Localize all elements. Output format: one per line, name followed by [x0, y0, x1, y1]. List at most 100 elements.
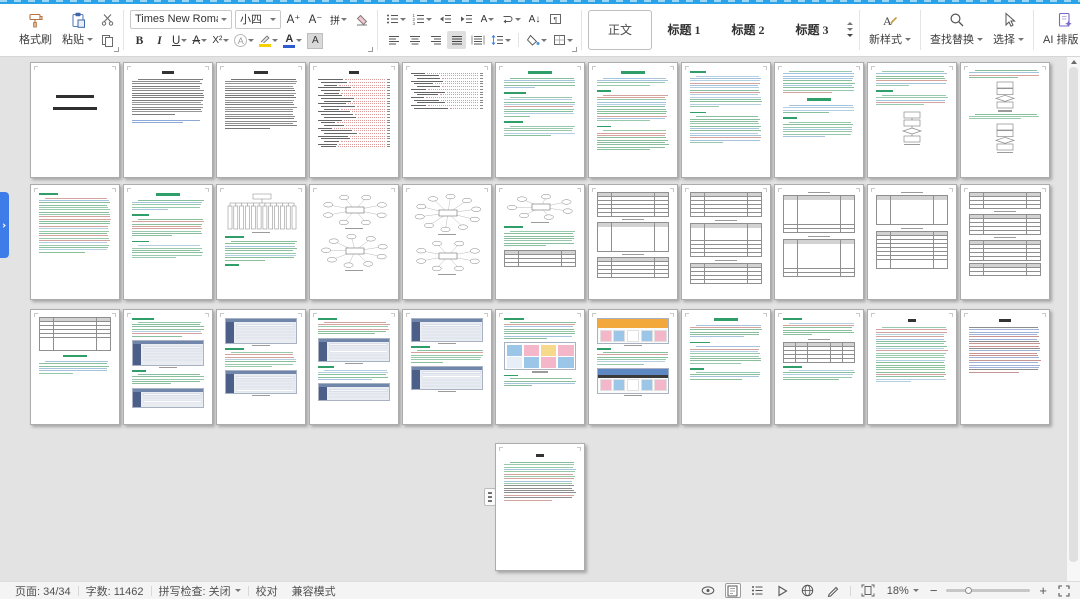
font-dialog-launcher[interactable] [368, 46, 373, 52]
page-thumbnail[interactable] [588, 184, 678, 300]
spellcheck-status[interactable]: 拼写检查: 关闭 [152, 583, 248, 599]
paragraph-dialog-launcher[interactable] [572, 46, 577, 52]
styles-more-button[interactable] [847, 34, 853, 37]
scroll-up-arrow-icon[interactable] [1070, 60, 1077, 64]
web-layout-icon[interactable] [800, 583, 816, 598]
chinese-layout-button[interactable]: A [478, 10, 497, 28]
page-thumbnail[interactable] [774, 184, 864, 300]
strikethrough-button[interactable]: A [190, 32, 209, 50]
page-thumbnail[interactable] [309, 309, 399, 425]
style-heading3[interactable]: 标题 3 [780, 9, 844, 50]
page-thumbnail[interactable] [30, 309, 120, 425]
line-spacing-button[interactable] [489, 31, 513, 49]
italic-button[interactable]: I [150, 32, 169, 50]
document-canvas[interactable] [0, 57, 1080, 581]
page-thumbnail[interactable] [774, 62, 864, 178]
page-thumbnail[interactable] [123, 309, 213, 425]
shading-button[interactable] [524, 31, 549, 49]
show-marks-button[interactable]: ¶ [546, 10, 565, 28]
bullets-button[interactable] [384, 10, 408, 28]
page-thumbnail[interactable] [402, 309, 492, 425]
page-thumbnail[interactable] [867, 62, 957, 178]
style-normal[interactable]: 正文 [588, 9, 652, 50]
font-size-combobox[interactable]: 小四 [235, 9, 281, 29]
fit-page-icon[interactable] [860, 583, 876, 598]
align-right-button[interactable] [426, 31, 445, 49]
new-style-button[interactable]: A 新样式 [864, 7, 916, 53]
fullscreen-icon[interactable] [1056, 583, 1072, 598]
page-thumbnail[interactable] [216, 184, 306, 300]
page-thumbnail[interactable] [30, 184, 120, 300]
page-thumbnail[interactable] [681, 184, 771, 300]
page-thumbnail[interactable] [588, 309, 678, 425]
zoom-percent[interactable]: 18% [885, 585, 921, 597]
eye-protection-icon[interactable] [700, 583, 716, 598]
text-direction-button[interactable] [499, 10, 523, 28]
page-thumbnail[interactable] [309, 62, 399, 178]
page-thumbnail[interactable] [960, 309, 1050, 425]
page-thumbnail[interactable] [123, 184, 213, 300]
pinyin-guide-button[interactable]: 拼 [328, 10, 349, 28]
underline-button[interactable]: U [170, 32, 189, 50]
highlight-color-button[interactable] [257, 32, 280, 50]
zoom-slider-thumb[interactable] [964, 586, 972, 594]
page-thumbnail[interactable] [681, 309, 771, 425]
page-thumbnail[interactable] [216, 62, 306, 178]
justify-button[interactable] [447, 31, 466, 49]
outline-view-icon[interactable] [750, 583, 766, 598]
align-center-button[interactable] [405, 31, 424, 49]
vertical-scrollbar[interactable] [1066, 57, 1080, 581]
character-shading-button[interactable]: A [305, 32, 325, 50]
word-count[interactable]: 字数: 11462 [79, 583, 151, 599]
select-button[interactable]: 选择 [988, 7, 1029, 53]
decrease-indent-button[interactable] [436, 10, 455, 28]
grow-font-button[interactable]: A⁺ [284, 10, 303, 28]
page-view-icon[interactable] [724, 583, 741, 598]
styles-scroll-up[interactable] [847, 22, 853, 25]
page-thumbnail[interactable] [402, 62, 492, 178]
page-thumbnail[interactable] [495, 184, 585, 300]
page-thumbnail[interactable] [216, 309, 306, 425]
ai-typeset-button[interactable]: AI 排版 [1038, 7, 1080, 53]
numbering-button[interactable]: 123 [410, 10, 434, 28]
paste-button[interactable]: 粘贴 [57, 7, 98, 53]
page-thumbnail[interactable] [588, 62, 678, 178]
page-thumbnail[interactable] [867, 184, 957, 300]
page-thumbnail[interactable] [495, 443, 585, 571]
align-left-button[interactable] [384, 31, 403, 49]
scrollbar-thumb[interactable] [1069, 67, 1078, 562]
zoom-out-button[interactable]: − [930, 584, 938, 597]
font-color-button[interactable]: A [281, 32, 304, 50]
distribute-button[interactable] [468, 31, 487, 49]
page-thumbnail[interactable] [30, 62, 120, 178]
page-indicator[interactable]: 页面: 34/34 [8, 583, 78, 599]
cut-button[interactable] [98, 10, 117, 28]
find-replace-button[interactable]: 查找替换 [925, 7, 988, 53]
ink-annotation-icon[interactable] [825, 583, 841, 598]
page-thumbnail[interactable] [867, 309, 957, 425]
increase-indent-button[interactable] [457, 10, 476, 28]
font-name-combobox[interactable]: Times New Roman [130, 9, 232, 29]
text-effects-button[interactable]: A [232, 32, 256, 50]
format-painter-button[interactable]: 格式刷 [14, 7, 57, 53]
shrink-font-button[interactable]: A⁻ [306, 10, 325, 28]
read-mode-icon[interactable] [775, 583, 791, 598]
page-thumbnail[interactable] [495, 309, 585, 425]
page-thumbnail[interactable] [774, 309, 864, 425]
zoom-slider[interactable] [946, 586, 1031, 594]
page-thumbnail[interactable] [123, 62, 213, 178]
page-thumbnail[interactable] [309, 184, 399, 300]
navigation-pane-tab[interactable] [0, 192, 9, 258]
style-heading1[interactable]: 标题 1 [652, 9, 716, 50]
clear-format-button[interactable] [352, 10, 371, 28]
sort-button[interactable]: A↓ [525, 10, 544, 28]
page-thumbnail[interactable] [960, 62, 1050, 178]
clipboard-dialog-launcher[interactable] [114, 46, 119, 52]
page-thumbnail[interactable] [681, 62, 771, 178]
page-thumbnail[interactable] [960, 184, 1050, 300]
bold-button[interactable]: B [130, 32, 149, 50]
zoom-in-button[interactable]: + [1039, 584, 1047, 597]
page-thumbnail[interactable] [495, 62, 585, 178]
superscript-button[interactable]: X² [210, 32, 231, 50]
proofing-status[interactable]: 校对 [249, 583, 285, 599]
